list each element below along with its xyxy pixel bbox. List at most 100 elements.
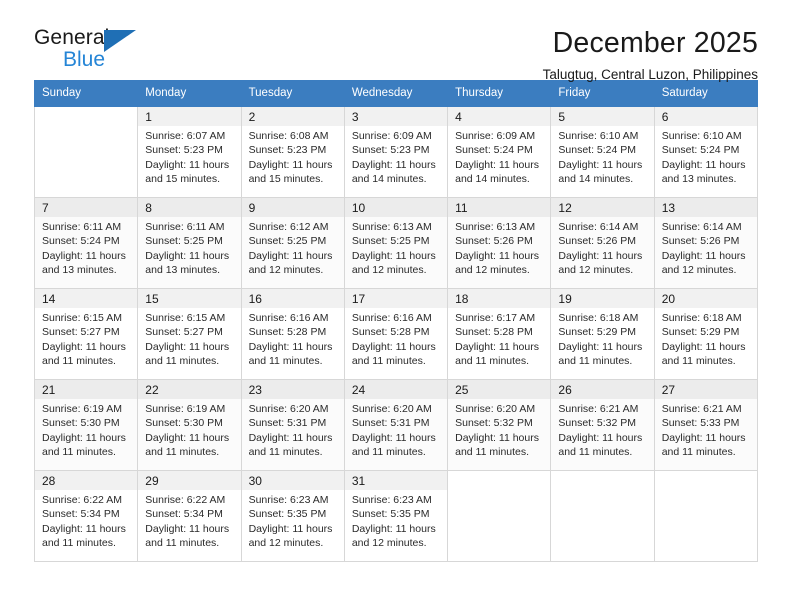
day-cell-content: 26 Sunrise: 6:21 AM Sunset: 5:32 PM Dayligh…	[551, 380, 654, 470]
daylight-text-line2: and 14 minutes.	[558, 173, 634, 186]
calendar-week-row: 7 Sunrise: 6:11 AM Sunset: 5:24 PM Daylight…	[33, 197, 759, 289]
calendar-day-cell[interactable]: 18 Sunrise: 6:17 AM Sunset: 5:28 PM Dayligh…	[447, 288, 552, 380]
calendar-day-cell[interactable]: 19 Sunrise: 6:18 AM Sunset: 5:29 PM Dayligh…	[550, 288, 655, 380]
daylight-text-line2: and 11 minutes.	[558, 355, 633, 368]
daylight-text-line2: and 15 minutes.	[248, 173, 324, 186]
calendar-day-cell	[447, 470, 552, 562]
sunset-text: Sunset: 5:25 PM	[248, 235, 327, 248]
day-number	[551, 471, 653, 490]
calendar-day-cell[interactable]: 21 Sunrise: 6:19 AM Sunset: 5:30 PM Dayligh…	[33, 379, 139, 471]
calendar-day-cell[interactable]: 20 Sunrise: 6:18 AM Sunset: 5:29 PM Dayligh…	[653, 288, 759, 380]
page-header: General Blue December 2025 Talugtug, Cen…	[34, 0, 758, 82]
calendar-day-cell[interactable]: 8 Sunrise: 6:11 AM Sunset: 5:25 PM Daylight…	[137, 197, 242, 289]
calendar-day-cell[interactable]: 23 Sunrise: 6:20 AM Sunset: 5:31 PM Dayligh…	[240, 379, 345, 471]
daylight-text-line2: and 11 minutes.	[145, 355, 220, 368]
day-details: Sunrise: 6:14 AM Sunset: 5:26 PM Daylight:…	[655, 217, 757, 278]
sunset-text: Sunset: 5:25 PM	[145, 235, 223, 248]
day-cell-content	[448, 471, 550, 561]
calendar-day-cell[interactable]: 10 Sunrise: 6:13 AM Sunset: 5:25 PM Dayligh…	[343, 197, 449, 289]
daylight-text-line2: and 13 minutes.	[661, 173, 737, 186]
day-number: 8	[138, 198, 241, 217]
day-cell-content: 25 Sunrise: 6:20 AM Sunset: 5:32 PM Dayligh…	[448, 380, 551, 470]
sunrise-text: Sunrise: 6:17 AM	[455, 312, 536, 324]
weekday-header-thursday: Thursday	[447, 80, 552, 107]
day-number: 18	[448, 289, 551, 308]
daylight-text-line2: and 11 minutes.	[661, 446, 736, 459]
calendar-day-cell[interactable]: 9 Sunrise: 6:12 AM Sunset: 5:25 PM Daylight…	[240, 197, 345, 289]
calendar-day-cell[interactable]: 4 Sunrise: 6:09 AM Sunset: 5:24 PM Daylight…	[447, 106, 552, 198]
daylight-text-line2: and 11 minutes.	[455, 446, 530, 459]
day-cell-content: 23 Sunrise: 6:20 AM Sunset: 5:31 PM Dayligh…	[241, 380, 344, 470]
day-number: 3	[344, 107, 448, 126]
calendar-day-cell[interactable]: 30 Sunrise: 6:23 AM Sunset: 5:35 PM Dayligh…	[240, 470, 345, 562]
sunset-text: Sunset: 5:31 PM	[351, 417, 430, 430]
daylight-text-line1: Daylight: 11 hours	[558, 249, 643, 262]
calendar-day-cell[interactable]: 1 Sunrise: 6:07 AM Sunset: 5:23 PM Daylight…	[137, 106, 242, 198]
sunset-text: Sunset: 5:23 PM	[351, 144, 430, 157]
calendar-day-cell[interactable]: 22 Sunrise: 6:19 AM Sunset: 5:30 PM Dayligh…	[137, 379, 242, 471]
day-cell-content: 21 Sunrise: 6:19 AM Sunset: 5:30 PM Dayligh…	[35, 380, 138, 470]
sunset-text: Sunset: 5:24 PM	[455, 144, 533, 157]
day-cell-content	[35, 107, 137, 197]
generalblue-logo[interactable]: General Blue	[34, 26, 164, 74]
calendar-day-cell[interactable]: 31 Sunrise: 6:23 AM Sunset: 5:35 PM Dayligh…	[343, 470, 449, 562]
daylight-text-line2: and 11 minutes.	[42, 537, 116, 550]
day-cell-content: 27 Sunrise: 6:21 AM Sunset: 5:33 PM Dayligh…	[654, 380, 757, 470]
calendar-day-cell[interactable]: 5 Sunrise: 6:10 AM Sunset: 5:24 PM Daylight…	[550, 106, 655, 198]
title-block: December 2025 Talugtug, Central Luzon, P…	[543, 26, 758, 84]
calendar-day-cell[interactable]: 16 Sunrise: 6:16 AM Sunset: 5:28 PM Dayligh…	[240, 288, 345, 380]
daylight-text-line1: Daylight: 11 hours	[248, 158, 333, 171]
sunrise-text: Sunrise: 6:10 AM	[661, 130, 742, 142]
day-cell-content: 19 Sunrise: 6:18 AM Sunset: 5:29 PM Dayligh…	[551, 289, 654, 379]
weekday-header-monday: Monday	[137, 80, 242, 107]
sunrise-text: Sunrise: 6:20 AM	[455, 403, 536, 415]
calendar-day-cell[interactable]: 12 Sunrise: 6:14 AM Sunset: 5:26 PM Dayligh…	[550, 197, 655, 289]
sunrise-text: Sunrise: 6:22 AM	[42, 494, 122, 506]
daylight-text-line1: Daylight: 11 hours	[248, 522, 333, 535]
daylight-text-line2: and 11 minutes.	[351, 446, 426, 459]
daylight-text-line2: and 13 minutes.	[42, 264, 117, 277]
calendar-day-cell[interactable]: 27 Sunrise: 6:21 AM Sunset: 5:33 PM Dayligh…	[653, 379, 759, 471]
day-details: Sunrise: 6:20 AM Sunset: 5:31 PM Daylight:…	[242, 399, 344, 460]
calendar-day-cell[interactable]: 17 Sunrise: 6:16 AM Sunset: 5:28 PM Dayligh…	[343, 288, 449, 380]
calendar-day-cell[interactable]: 11 Sunrise: 6:13 AM Sunset: 5:26 PM Dayligh…	[447, 197, 552, 289]
sunset-text: Sunset: 5:26 PM	[455, 235, 533, 248]
calendar-day-cell[interactable]: 26 Sunrise: 6:21 AM Sunset: 5:32 PM Dayligh…	[550, 379, 655, 471]
sunset-text: Sunset: 5:28 PM	[455, 326, 533, 339]
calendar-day-cell[interactable]: 14 Sunrise: 6:15 AM Sunset: 5:27 PM Dayligh…	[33, 288, 139, 380]
sunset-text: Sunset: 5:27 PM	[42, 326, 120, 339]
sunrise-text: Sunrise: 6:21 AM	[661, 403, 742, 415]
calendar-day-cell[interactable]: 3 Sunrise: 6:09 AM Sunset: 5:23 PM Daylight…	[343, 106, 449, 198]
day-cell-content: 8 Sunrise: 6:11 AM Sunset: 5:25 PM Daylight…	[138, 198, 241, 288]
sunset-text: Sunset: 5:29 PM	[558, 326, 637, 339]
calendar-day-cell[interactable]: 13 Sunrise: 6:14 AM Sunset: 5:26 PM Dayligh…	[653, 197, 759, 289]
daylight-text-line1: Daylight: 11 hours	[455, 431, 539, 444]
sunset-text: Sunset: 5:30 PM	[42, 417, 120, 430]
calendar-day-cell[interactable]: 2 Sunrise: 6:08 AM Sunset: 5:23 PM Daylight…	[240, 106, 345, 198]
calendar-day-cell[interactable]: 24 Sunrise: 6:20 AM Sunset: 5:31 PM Dayligh…	[343, 379, 449, 471]
sunset-text: Sunset: 5:23 PM	[145, 144, 223, 157]
calendar-day-cell[interactable]: 15 Sunrise: 6:15 AM Sunset: 5:27 PM Dayligh…	[137, 288, 242, 380]
day-number: 4	[448, 107, 551, 126]
day-cell-content: 30 Sunrise: 6:23 AM Sunset: 5:35 PM Dayligh…	[241, 471, 344, 561]
daylight-text-line1: Daylight: 11 hours	[248, 340, 333, 353]
day-details: Sunrise: 6:15 AM Sunset: 5:27 PM Daylight:…	[35, 308, 137, 369]
day-number: 19	[551, 289, 654, 308]
calendar-day-cell[interactable]: 6 Sunrise: 6:10 AM Sunset: 5:24 PM Daylight…	[653, 106, 759, 198]
day-details: Sunrise: 6:11 AM Sunset: 5:25 PM Daylight:…	[138, 217, 240, 278]
calendar-day-cell[interactable]: 28 Sunrise: 6:22 AM Sunset: 5:34 PM Dayligh…	[33, 470, 139, 562]
page-title: December 2025	[552, 27, 758, 59]
day-details: Sunrise: 6:10 AM Sunset: 5:24 PM Daylight:…	[655, 126, 757, 187]
logo-triangle-icon	[104, 30, 136, 52]
day-number: 29	[138, 471, 241, 490]
day-number: 25	[448, 380, 551, 399]
calendar-day-cell[interactable]: 25 Sunrise: 6:20 AM Sunset: 5:32 PM Dayligh…	[447, 379, 552, 471]
day-number: 22	[138, 380, 241, 399]
calendar-day-cell[interactable]: 7 Sunrise: 6:11 AM Sunset: 5:24 PM Daylight…	[33, 197, 139, 289]
calendar-day-cell[interactable]: 29 Sunrise: 6:22 AM Sunset: 5:34 PM Dayligh…	[137, 470, 242, 562]
daylight-text-line2: and 12 minutes.	[248, 537, 324, 550]
weekday-header-tuesday: Tuesday	[240, 80, 345, 107]
sunset-text: Sunset: 5:24 PM	[558, 144, 637, 157]
sunrise-text: Sunrise: 6:07 AM	[145, 130, 226, 142]
daylight-text-line1: Daylight: 11 hours	[558, 431, 643, 444]
